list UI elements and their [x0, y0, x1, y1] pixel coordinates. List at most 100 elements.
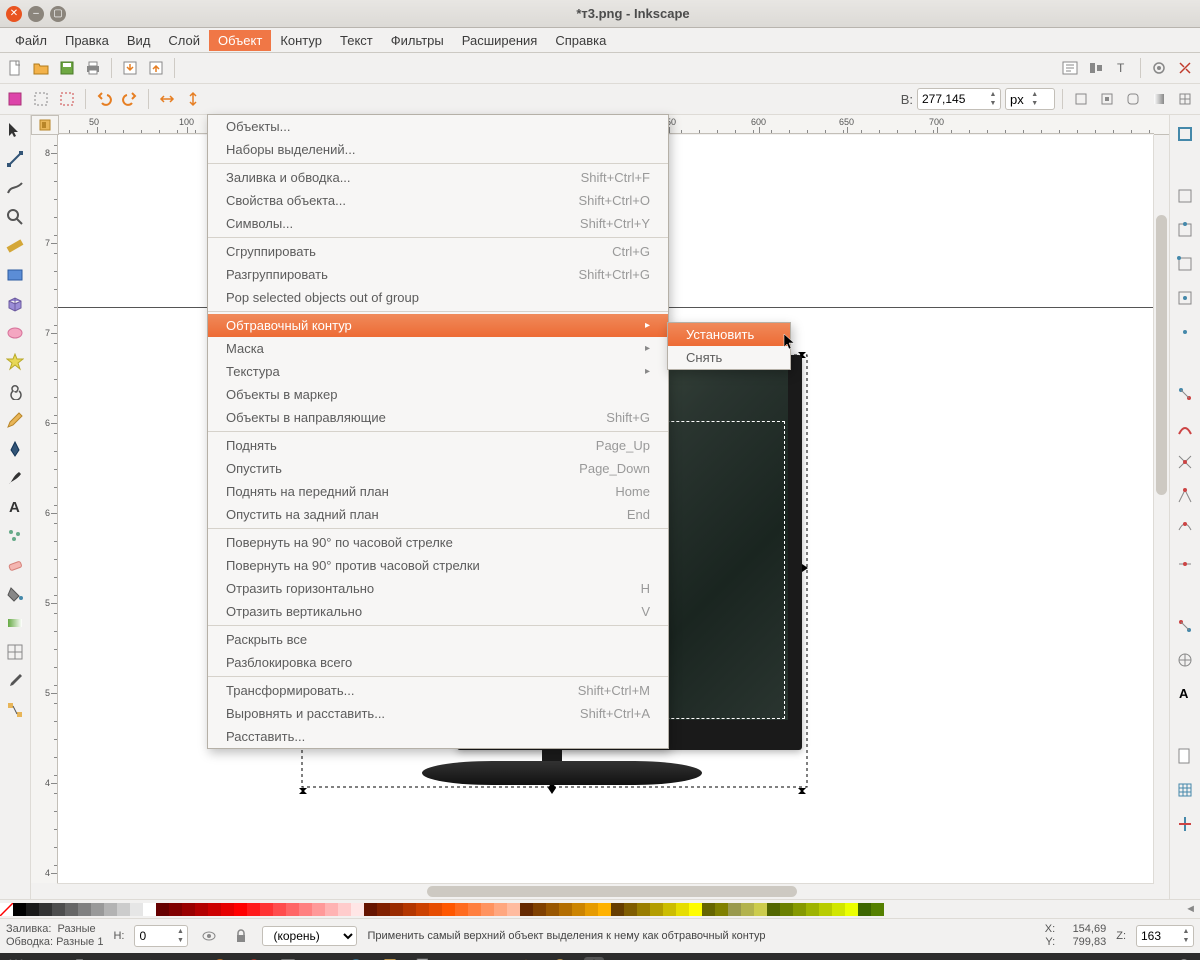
menu-item-объекты-в-маркер[interactable]: Объекты в маркер: [208, 383, 668, 406]
width-input[interactable]: [918, 92, 986, 106]
flip-v-button[interactable]: [182, 88, 204, 110]
submenu-item-снять[interactable]: Снять: [668, 346, 790, 369]
color-swatch[interactable]: [117, 903, 130, 916]
menu-item-pop-selected-objects-out-of-group[interactable]: Pop selected objects out of group: [208, 286, 668, 309]
color-swatch[interactable]: [39, 903, 52, 916]
volume-icon[interactable]: [1140, 957, 1160, 960]
layer-visibility-toggle[interactable]: [198, 925, 220, 947]
menu-item-повернуть-на-90-против-часовой-стрелки[interactable]: Повернуть на 90° против часовой стрелки: [208, 554, 668, 577]
snap-bbox-edge[interactable]: [1173, 217, 1197, 243]
text-tool[interactable]: A: [3, 494, 27, 520]
color-swatch[interactable]: [741, 903, 754, 916]
color-swatch[interactable]: [26, 903, 39, 916]
spiral-tool[interactable]: [3, 378, 27, 404]
taskbar-cards[interactable]: [414, 957, 434, 960]
taskbar-firefox[interactable]: [210, 957, 230, 960]
color-swatch[interactable]: [650, 903, 663, 916]
power-icon[interactable]: [1174, 957, 1194, 960]
snap-text-baseline[interactable]: A: [1173, 681, 1197, 707]
submenu-item-установить[interactable]: Установить: [668, 323, 790, 346]
color-swatch[interactable]: [559, 903, 572, 916]
star-tool[interactable]: [3, 349, 27, 375]
menu-item-отразить-горизонтально[interactable]: Отразить горизонтальноH: [208, 577, 668, 600]
snap-page-border[interactable]: [1173, 743, 1197, 769]
menu-item-опустить-на-задний-план[interactable]: Опустить на задний планEnd: [208, 503, 668, 526]
menu-view[interactable]: Вид: [118, 30, 160, 51]
selector-tool[interactable]: [3, 117, 27, 143]
color-swatch[interactable]: [663, 903, 676, 916]
color-swatch[interactable]: [624, 903, 637, 916]
color-swatch[interactable]: [156, 903, 169, 916]
doc-preferences-button[interactable]: [1174, 57, 1196, 79]
taskbar-inkscape[interactable]: [584, 957, 604, 960]
deselect-button[interactable]: [56, 88, 78, 110]
snap-intersection[interactable]: [1173, 449, 1197, 475]
menu-item-раскрыть-все[interactable]: Раскрыть все: [208, 628, 668, 651]
color-swatch[interactable]: [429, 903, 442, 916]
taskbar-terminal[interactable]: >_: [176, 957, 196, 960]
spray-tool[interactable]: [3, 523, 27, 549]
color-swatch[interactable]: [65, 903, 78, 916]
palette-menu-button[interactable]: ◄: [1181, 903, 1200, 915]
affect-scale-button[interactable]: [1096, 88, 1118, 110]
window-close-button[interactable]: ✕: [6, 6, 22, 22]
rect-tool[interactable]: [3, 262, 27, 288]
color-swatch[interactable]: [13, 903, 26, 916]
print-button[interactable]: [82, 57, 104, 79]
color-swatch[interactable]: [637, 903, 650, 916]
color-swatch[interactable]: [78, 903, 91, 916]
color-swatch[interactable]: [351, 903, 364, 916]
unit-select[interactable]: px▲▼: [1005, 88, 1055, 110]
color-swatch[interactable]: [546, 903, 559, 916]
snap-bbox[interactable]: [1173, 183, 1197, 209]
menu-item-поднять-на-передний-план[interactable]: Поднять на передний планHome: [208, 480, 668, 503]
color-swatch[interactable]: [338, 903, 351, 916]
menu-item-маска[interactable]: Маска▸: [208, 337, 668, 360]
snap-path[interactable]: [1173, 415, 1197, 441]
menu-file[interactable]: Файл: [6, 30, 56, 51]
width-spinner[interactable]: ▲▼: [917, 88, 1001, 110]
taskbar-opera[interactable]: [244, 957, 264, 960]
color-swatch[interactable]: [520, 903, 533, 916]
color-swatch[interactable]: [130, 903, 143, 916]
pencil-tool[interactable]: [3, 407, 27, 433]
affect-corners-button[interactable]: [1122, 88, 1144, 110]
color-swatch[interactable]: [403, 903, 416, 916]
color-swatch[interactable]: [845, 903, 858, 916]
menu-item-выровнять-и-расставить-[interactable]: Выровнять и расставить...Shift+Ctrl+A: [208, 702, 668, 725]
pen-tool[interactable]: [3, 436, 27, 462]
menu-item-обтравочный-контур[interactable]: Обтравочный контур▸: [208, 314, 668, 337]
color-swatch[interactable]: [182, 903, 195, 916]
menu-item-объекты-в-направляющие[interactable]: Объекты в направляющиеShift+G: [208, 406, 668, 429]
color-swatch[interactable]: [390, 903, 403, 916]
snap-node[interactable]: [1173, 381, 1197, 407]
menu-item-отразить-вертикально[interactable]: Отразить вертикальноV: [208, 600, 668, 623]
circle-tool[interactable]: [3, 320, 27, 346]
color-swatch[interactable]: [585, 903, 598, 916]
calligraphy-tool[interactable]: [3, 465, 27, 491]
menu-item-опустить[interactable]: ОпуститьPage_Down: [208, 457, 668, 480]
menu-item-сгруппировать[interactable]: СгруппироватьCtrl+G: [208, 240, 668, 263]
taskbar-vlc[interactable]: [516, 957, 536, 960]
color-swatch[interactable]: [754, 903, 767, 916]
color-swatch[interactable]: [832, 903, 845, 916]
color-swatch[interactable]: [91, 903, 104, 916]
color-swatch[interactable]: [143, 903, 156, 916]
window-maximize-button[interactable]: ▢: [50, 6, 66, 22]
taskbar-camera[interactable]: [312, 957, 332, 960]
select-all-button[interactable]: [4, 88, 26, 110]
taskbar-calculator[interactable]: [278, 957, 298, 960]
eraser-tool[interactable]: [3, 552, 27, 578]
color-swatch[interactable]: [325, 903, 338, 916]
menu-item-свойства-объекта-[interactable]: Свойства объекта...Shift+Ctrl+O: [208, 189, 668, 212]
color-swatch[interactable]: [299, 903, 312, 916]
align-dialog-button[interactable]: [1085, 57, 1107, 79]
select-all-layers-button[interactable]: [30, 88, 52, 110]
xml-editor-button[interactable]: [1059, 57, 1081, 79]
color-swatch[interactable]: [169, 903, 182, 916]
node-tool[interactable]: [3, 146, 27, 172]
taskbar-monitor[interactable]: [142, 957, 162, 960]
color-swatch[interactable]: [273, 903, 286, 916]
zoom-input[interactable]: [1137, 929, 1179, 943]
taskbar-gpick[interactable]: [550, 957, 570, 960]
